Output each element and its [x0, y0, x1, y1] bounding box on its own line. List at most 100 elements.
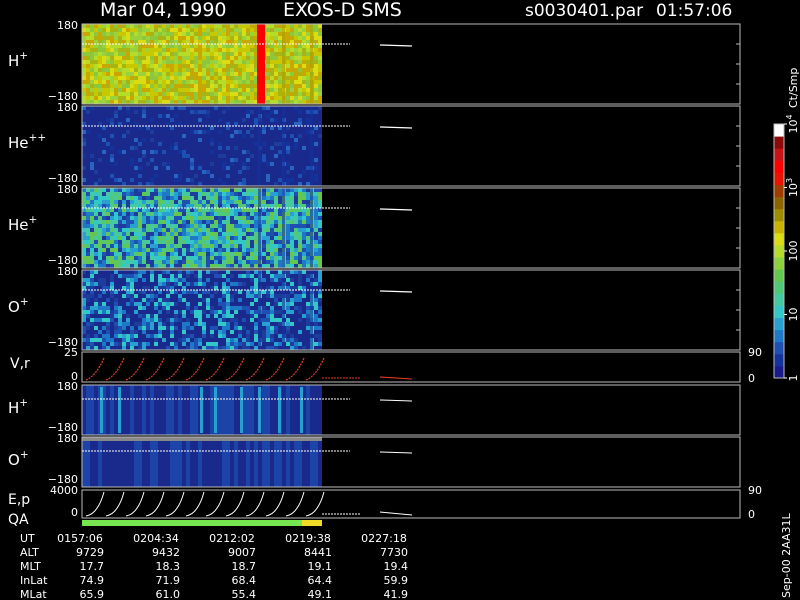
colorbar-swatch	[774, 281, 784, 294]
ep-trace	[145, 491, 165, 517]
ep-right-bottom: 0	[748, 508, 755, 521]
footer-value: 68.4	[232, 574, 257, 587]
colorbar-swatch	[774, 232, 784, 246]
vr-trace	[305, 357, 325, 381]
colorbar-swatch	[774, 124, 784, 137]
footer-value: 64.4	[308, 574, 333, 587]
colorbar-swatch	[774, 148, 784, 161]
vr-trace	[105, 357, 125, 381]
footer-value: 9729	[76, 546, 104, 559]
colorbar-swatch	[774, 257, 784, 270]
footer-row-label-mlt: MLT	[20, 560, 41, 573]
footer-value: 0219:38	[285, 532, 331, 545]
panel-he-plus: 180−180He+	[8, 183, 741, 269]
qa-bar-good	[82, 520, 302, 526]
footer-value: 17.7	[80, 560, 105, 573]
colorbar-unit: Ct/Smp	[787, 68, 800, 108]
footer-value: 65.9	[80, 588, 105, 600]
qa-bar-warn	[302, 520, 322, 526]
ep-trace	[185, 491, 205, 517]
ep-y-zero: 0	[71, 506, 78, 519]
vr-trace	[205, 357, 225, 381]
ep-trace	[125, 491, 145, 517]
y-axis-max-he-plus: 180	[57, 183, 78, 196]
vr-right-top: 90	[748, 346, 762, 359]
panels-layer: 180−180H+180−180He++180−180He+180−180O+2…	[8, 19, 762, 528]
y-axis-max-o-plus: 180	[57, 265, 78, 278]
footer-value: 0157:06	[57, 532, 103, 545]
footer-value: 19.1	[308, 560, 333, 573]
species-label-he-plus: He+	[8, 214, 37, 234]
species-label-h-plus-2: H+	[8, 397, 28, 417]
colorbar-swatch	[774, 353, 784, 367]
colorbar-swatch	[774, 136, 784, 149]
vr-trace	[225, 357, 245, 381]
footer-value: 0212:02	[209, 532, 255, 545]
ep-trace	[225, 491, 245, 517]
y-axis-max-o-plus-2: 180	[57, 432, 78, 445]
footer-value: 71.9	[156, 574, 181, 587]
ep-trace	[165, 491, 185, 517]
species-label-o-plus: O+	[8, 296, 29, 316]
ep-y-max: 4000	[50, 484, 78, 497]
footer-row-label-alt: ALT	[20, 546, 39, 559]
vr-trace	[85, 357, 105, 381]
footer-ephemeris: UT 0157:06 0204:34 0212:02 0219:38 0227:18 ALT…	[20, 532, 408, 600]
colorbar-swatch	[774, 365, 784, 379]
footer-side-note: Sep-00 2AA31L	[780, 512, 793, 598]
y-axis-max-h-plus: 180	[57, 19, 78, 32]
colorbar-swatch	[774, 172, 784, 185]
ep-trace	[85, 491, 105, 517]
ep-trace	[245, 491, 265, 517]
spectrogram-figure: Mar 04, 1990 EXOS-D SMS s0030401.par 01:…	[8, 0, 800, 600]
species-label-h-plus: H+	[8, 50, 28, 70]
vr-y-max: 25	[64, 346, 78, 359]
vr-right-bottom: 0	[748, 372, 755, 385]
footer-value: 41.9	[384, 588, 409, 600]
panel-h-plus-2: 180−180H+	[8, 380, 741, 436]
footer-value: 55.4	[232, 588, 257, 600]
panel-h-plus: 180−180H+	[8, 19, 741, 105]
colorbar-tick-label: 1	[787, 375, 800, 382]
y-axis-max-he-plusplus: 180	[57, 101, 78, 114]
ep-trace	[105, 491, 125, 517]
panel-v-r: 250V,r900	[10, 346, 762, 385]
species-label-he-plusplus: He++	[8, 132, 46, 152]
header-time: 01:57:06	[656, 1, 732, 21]
footer-value: 74.9	[80, 574, 105, 587]
footer-row-label-inlat: InLat	[20, 574, 48, 587]
colorbar-swatch	[774, 317, 784, 331]
species-label-o-plus-2: O+	[8, 449, 29, 469]
panel-he-plusplus: 180−180He++	[8, 101, 741, 187]
panel-o-plus-2: 180−180O+	[8, 432, 741, 488]
colorbar-swatch	[774, 196, 784, 210]
ep-label: E,p	[8, 492, 30, 508]
footer-value: 18.7	[232, 560, 257, 573]
ep-trace	[265, 491, 285, 517]
panel-o-plus: 180−180O+	[8, 265, 741, 351]
footer-value: 61.0	[156, 588, 181, 600]
ep-right-top: 90	[748, 484, 762, 497]
panel-e-p: 4000 0 E,p QA 90 0	[8, 484, 762, 528]
footer-value: 0204:34	[133, 532, 179, 545]
colorbar-swatch	[774, 160, 784, 173]
vr-label: V,r	[10, 356, 30, 372]
colorbar-tick-label: 10	[787, 308, 800, 322]
footer-value: 8441	[304, 546, 332, 559]
vr-trace	[165, 357, 185, 381]
colorbar-swatch	[774, 305, 784, 319]
colorbar-swatch	[774, 220, 784, 234]
y-axis-max-h-plus-2: 180	[57, 380, 78, 393]
vr-trace	[145, 357, 165, 381]
vr-trace	[185, 357, 205, 381]
footer-value: 9432	[152, 546, 180, 559]
colorbar-tick-label: 100	[787, 241, 800, 262]
colorbar: 1 10 100 103 104 Ct/Smp	[773, 68, 800, 382]
colorbar-swatch	[774, 329, 784, 343]
vr-trace	[265, 357, 285, 381]
header-date: Mar 04, 1990	[100, 0, 227, 21]
colorbar-swatch	[774, 244, 784, 258]
colorbar-tick-label: 104	[785, 114, 800, 133]
ep-trace	[205, 491, 225, 517]
colorbar-swatch	[774, 269, 784, 282]
